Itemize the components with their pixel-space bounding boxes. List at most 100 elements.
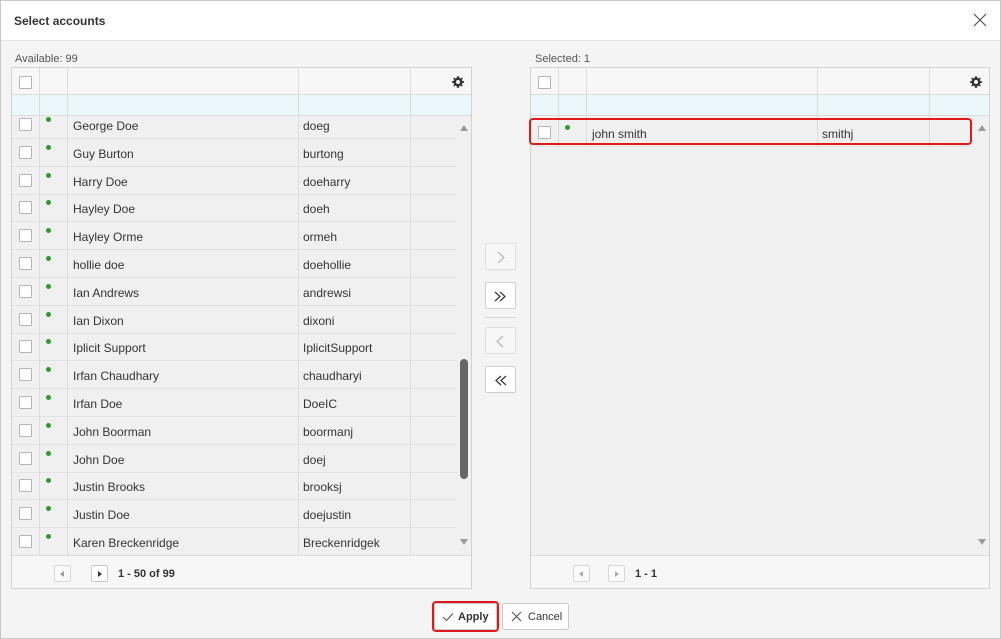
table-row[interactable]: Hayley Doe doeh [12,194,457,223]
column-divider [410,361,411,390]
apply-button[interactable]: Apply [434,603,497,630]
account-login: burtong [303,146,344,161]
selected-filter-row[interactable] [531,95,989,116]
row-checkbox[interactable] [19,312,32,326]
row-checkbox[interactable] [19,118,32,131]
row-checkbox[interactable] [19,451,32,465]
available-filter-row[interactable] [12,95,471,116]
table-row[interactable]: Ian Dixon dixoni [12,305,457,334]
row-checkbox[interactable] [19,284,32,298]
status-dot-icon [46,144,51,150]
row-checkbox[interactable] [19,201,32,215]
status-dot-icon [46,311,51,317]
column-divider [817,119,818,147]
column-divider [39,117,40,139]
pager-prev-button[interactable] [573,565,590,582]
double-chevron-right-icon [494,291,506,302]
column-divider [298,194,299,223]
column-divider [67,222,68,251]
row-checkbox[interactable] [19,145,32,159]
row-checkbox[interactable] [19,535,32,548]
table-row[interactable]: Justin Brooks brooksj [12,472,457,501]
apply-label: Apply [458,611,489,623]
pager-next-button[interactable] [608,565,625,582]
table-row[interactable]: John Boorman boormanj [12,416,457,445]
row-checkbox[interactable] [19,340,32,354]
gear-icon[interactable] [451,75,465,89]
column-divider [410,305,411,334]
column-divider [298,472,299,501]
row-checkbox[interactable] [19,257,32,270]
row-checkbox[interactable] [19,479,32,493]
scrollbar-thumb[interactable] [460,359,468,480]
status-dot-icon [46,339,51,345]
table-row[interactable]: Ian Andrews andrewsi [12,277,457,306]
cancel-label: Cancel [528,611,563,623]
row-checkbox[interactable] [19,507,32,521]
cancel-button[interactable]: Cancel [502,603,569,630]
status-dot-icon [46,200,51,206]
available-scrollbar[interactable] [457,117,471,555]
column-divider [298,361,299,390]
column-divider [410,333,411,362]
scroll-down-icon[interactable] [978,539,986,545]
table-row[interactable]: George Doe doeg [12,117,457,139]
column-divider [39,222,40,251]
table-row[interactable]: hollie doe doehollie [12,250,457,278]
table-row[interactable]: Karen Breckenridge Breckenridgek [12,528,457,555]
gear-icon[interactable] [969,75,983,89]
table-row[interactable]: Guy Burton burtong [12,138,457,167]
move-selected-left-button[interactable] [485,327,516,354]
selected-grid-header [531,68,989,95]
close-icon[interactable] [970,10,990,30]
table-row[interactable]: john smith smithj [531,119,973,147]
status-dot-icon [565,125,570,130]
selected-scrollbar[interactable] [974,117,989,555]
selected-rows: john smith smithj [531,117,973,555]
scroll-down-icon[interactable] [460,539,468,545]
column-divider [67,117,68,139]
column-divider [298,500,299,529]
row-checkbox[interactable] [19,173,32,187]
pager-prev-button[interactable] [54,565,71,582]
column-divider [39,250,40,278]
table-row[interactable]: Harry Doe doeharry [12,166,457,195]
account-login: doeharry [303,174,351,189]
column-divider [410,250,411,278]
double-chevron-left-icon [495,375,507,386]
table-row[interactable]: Justin Doe doejustin [12,500,457,529]
column-divider [67,528,68,555]
row-checkbox[interactable] [19,396,32,409]
account-login: doejustin [303,508,352,523]
account-login: doehollie [303,258,352,272]
column-divider [410,416,411,445]
row-checkbox[interactable] [19,368,32,382]
chevron-left-icon [496,335,504,348]
chevron-right-icon [497,251,505,264]
status-dot-icon [46,478,51,484]
move-all-left-button[interactable] [485,366,516,393]
table-row[interactable]: Hayley Orme ormeh [12,222,457,251]
scroll-up-icon[interactable] [978,125,986,131]
account-name: Justin Brooks [73,480,146,495]
select-all-checkbox[interactable] [19,76,32,89]
check-icon [442,613,454,622]
table-row[interactable]: Iplicit Support IplicitSupport [12,333,457,362]
select-all-checkbox[interactable] [538,76,551,89]
column-divider [67,444,68,473]
row-checkbox[interactable] [19,423,32,437]
table-row[interactable]: John Doe doej [12,444,457,473]
table-row[interactable]: Irfan Chaudhary chaudharyi [12,361,457,390]
table-row[interactable]: Irfan Doe DoeIC [12,389,457,417]
scroll-up-icon[interactable] [460,125,468,131]
row-checkbox[interactable] [19,229,32,243]
row-checkbox[interactable] [538,126,551,139]
column-divider [298,305,299,334]
column-divider [67,416,68,445]
caret-left-icon [579,571,583,577]
pager-next-button[interactable] [91,565,108,582]
move-selected-right-button[interactable] [485,243,516,270]
column-divider [39,528,40,555]
move-all-right-button[interactable] [485,282,516,309]
column-divider [67,305,68,334]
